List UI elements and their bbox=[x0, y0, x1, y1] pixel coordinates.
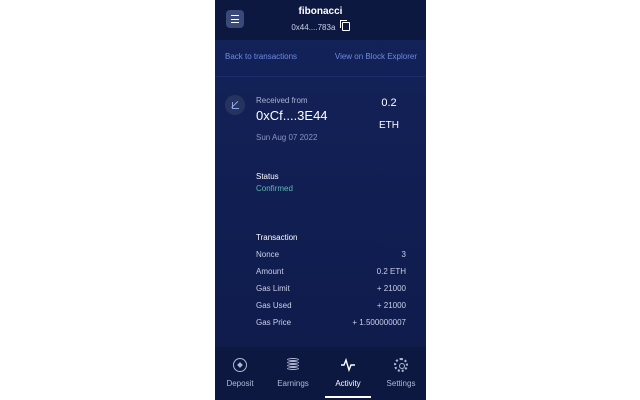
transaction-currency: ETH bbox=[379, 120, 399, 131]
tab-label: Settings bbox=[386, 379, 416, 388]
status-title: Status bbox=[256, 172, 279, 181]
wallet-address: 0x44....783a bbox=[291, 23, 336, 32]
detail-row-gas-limit: Gas Limit + 21000 bbox=[256, 284, 406, 295]
detail-value: 3 bbox=[401, 250, 406, 259]
tab-settings[interactable]: Settings bbox=[376, 347, 426, 400]
tab-label: Deposit bbox=[226, 379, 254, 388]
bottom-tab-bar: Deposit Earnings Activity Settings bbox=[215, 347, 426, 400]
detail-row-nonce: Nonce 3 bbox=[256, 250, 406, 261]
detail-row-gas-used: Gas Used + 21000 bbox=[256, 301, 406, 312]
active-tab-indicator bbox=[325, 396, 371, 398]
transaction-direction-badge bbox=[225, 95, 245, 115]
wallet-name: fibonacci bbox=[298, 6, 343, 17]
nav-links: Back to transactions View on Block Explo… bbox=[215, 52, 426, 64]
coins-icon bbox=[286, 358, 300, 372]
detail-value: + 21000 bbox=[376, 284, 406, 293]
transaction-date: Sun Aug 07 2022 bbox=[256, 133, 318, 142]
status-value: Confirmed bbox=[256, 184, 293, 193]
wallet-popup: fibonacci 0x44....783a Back to transacti… bbox=[215, 0, 426, 400]
tab-earnings[interactable]: Earnings bbox=[268, 347, 318, 400]
activity-icon bbox=[341, 358, 355, 372]
tab-label: Activity bbox=[335, 379, 361, 388]
detail-key: Nonce bbox=[256, 250, 280, 259]
transaction-amount: 0.2 bbox=[381, 97, 397, 109]
detail-value: + 1.500000007 bbox=[352, 318, 406, 327]
detail-key: Gas Limit bbox=[256, 284, 290, 293]
gear-icon bbox=[394, 358, 408, 372]
tab-deposit[interactable]: Deposit bbox=[215, 347, 265, 400]
detail-value: 0.2 ETH bbox=[376, 267, 406, 276]
counterparty-address: 0xCf....3E44 bbox=[256, 108, 328, 123]
tab-label: Earnings bbox=[277, 379, 309, 388]
direction-label: Received from bbox=[256, 96, 308, 105]
header: fibonacci 0x44....783a bbox=[215, 0, 426, 40]
details-title: Transaction bbox=[256, 233, 298, 242]
detail-key: Amount bbox=[256, 267, 284, 276]
detail-row-gas-price: Gas Price + 1.500000007 bbox=[256, 318, 406, 329]
view-on-explorer-link[interactable]: View on Block Explorer bbox=[335, 52, 417, 61]
detail-key: Gas Used bbox=[256, 301, 292, 310]
detail-value: + 21000 bbox=[376, 301, 406, 310]
detail-key: Gas Price bbox=[256, 318, 292, 327]
divider bbox=[215, 76, 426, 77]
back-to-transactions-link[interactable]: Back to transactions bbox=[225, 52, 297, 61]
arrow-down-left-icon bbox=[231, 101, 239, 109]
detail-row-amount: Amount 0.2 ETH bbox=[256, 267, 406, 278]
address-row[interactable]: 0x44....783a bbox=[215, 20, 426, 32]
copy-icon[interactable] bbox=[339, 20, 350, 31]
compass-icon bbox=[233, 358, 247, 372]
tab-activity[interactable]: Activity bbox=[323, 347, 373, 400]
